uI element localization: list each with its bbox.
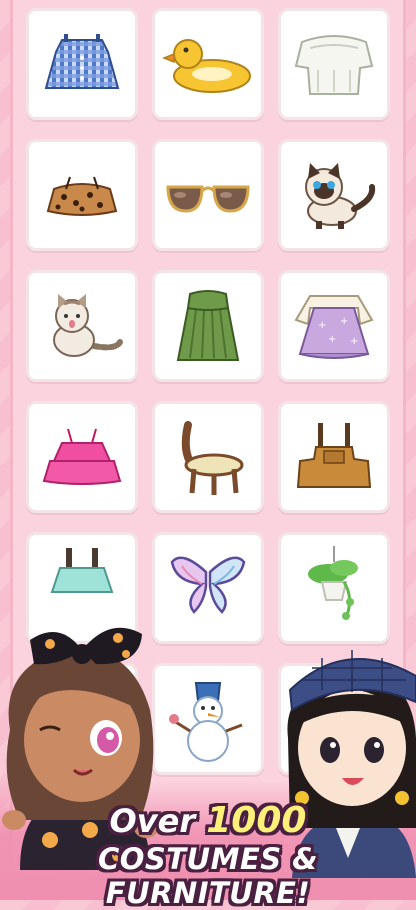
- lavender-dress-icon: + + + +: [294, 295, 374, 359]
- item-card-gingham-top[interactable]: [26, 8, 138, 120]
- item-card-white-blouse[interactable]: [278, 8, 390, 120]
- green-dress-icon: [176, 290, 240, 361]
- item-card-tabby-cat[interactable]: [26, 270, 138, 382]
- item-card-duck-float[interactable]: [152, 8, 264, 120]
- snowman-icon: [169, 682, 243, 762]
- headline-prefix: Over: [109, 802, 207, 840]
- siamese-cat-icon: [305, 163, 376, 229]
- tabby-cat-icon: [53, 294, 123, 357]
- item-card-pink-ruffle-top[interactable]: [26, 401, 138, 513]
- overalls-icon: [296, 423, 372, 488]
- hanging-plant-icon: [308, 546, 358, 620]
- headline-number: 1000: [206, 800, 307, 841]
- item-card-lavender-dress[interactable]: + + + +: [278, 270, 390, 382]
- leopard-top-icon: [46, 176, 118, 216]
- white-blouse-icon: [294, 35, 374, 95]
- headline-line-1: Over 1000: [0, 800, 416, 841]
- pink-ruffle-top-icon: [42, 428, 122, 485]
- wooden-chair-icon: [181, 421, 244, 495]
- gingham-top-icon: [44, 34, 120, 89]
- butterfly-wings-icon: [170, 556, 246, 614]
- item-card-green-dress[interactable]: [152, 270, 264, 382]
- duck-float-icon: [162, 39, 251, 93]
- item-card-siamese-cat[interactable]: [278, 139, 390, 251]
- item-card-leopard-top[interactable]: [26, 139, 138, 251]
- item-card-wooden-chair[interactable]: [152, 401, 264, 513]
- svg-text:+: +: [328, 334, 336, 345]
- svg-text:+: +: [318, 320, 326, 331]
- sunglasses-icon: [166, 185, 250, 213]
- svg-text:+: +: [350, 336, 358, 347]
- item-card-sunglasses[interactable]: [152, 139, 264, 251]
- item-card-overalls[interactable]: [278, 401, 390, 513]
- svg-text:+: +: [340, 316, 348, 327]
